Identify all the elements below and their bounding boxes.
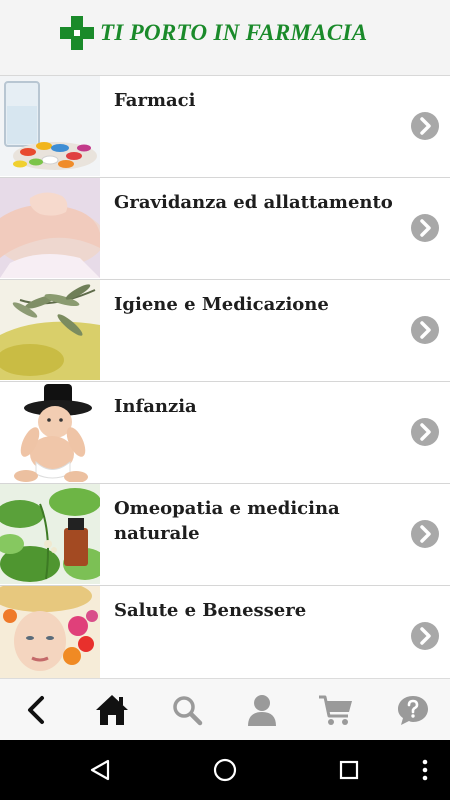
pills-glass-image <box>0 76 100 176</box>
help-tab[interactable] <box>383 679 443 741</box>
account-tab[interactable] <box>232 679 292 741</box>
chevron-right-icon[interactable] <box>411 316 439 344</box>
category-row-gravidanza[interactable]: Gravidanza ed allattamento <box>0 178 450 280</box>
category-label: Igiene e Medicazione <box>114 294 329 315</box>
chevron-right-icon[interactable] <box>411 214 439 242</box>
chevron-right-icon[interactable] <box>411 622 439 650</box>
home-circle-icon <box>213 758 237 782</box>
search-icon <box>173 696 203 726</box>
baby-in-hat-image <box>0 382 100 482</box>
category-label: Gravidanza ed allattamento <box>114 192 393 213</box>
app-title: TI PORTO IN FARMACIA <box>100 20 368 45</box>
category-row-omeopatia[interactable]: Omeopatia e medicina naturale <box>0 484 450 586</box>
category-row-salute[interactable]: Salute e Benessere <box>0 586 450 691</box>
olive-branch-image <box>0 280 100 380</box>
app-logo: TI PORTO IN FARMACIA <box>60 16 367 50</box>
system-menu-button[interactable] <box>395 740 450 800</box>
baby-hands-image <box>0 178 100 278</box>
cart-tab[interactable] <box>306 679 366 741</box>
category-row-farmaci[interactable]: Farmaci <box>0 76 450 178</box>
category-label: Infanzia <box>114 396 197 417</box>
app-header: TI PORTO IN FARMACIA <box>0 0 450 76</box>
bottom-tab-bar <box>0 678 450 741</box>
system-recents-button[interactable] <box>319 740 379 800</box>
category-row-igiene[interactable]: Igiene e Medicazione <box>0 280 450 382</box>
system-home-button[interactable] <box>195 740 255 800</box>
home-icon <box>96 695 128 725</box>
chevron-right-icon[interactable] <box>411 418 439 446</box>
category-label: Salute e Benessere <box>114 600 307 621</box>
category-row-infanzia[interactable]: Infanzia <box>0 382 450 484</box>
android-nav-bar <box>0 740 450 800</box>
herbs-bottle-image <box>0 484 100 584</box>
chevron-right-icon[interactable] <box>411 112 439 140</box>
user-icon <box>248 695 276 726</box>
woman-flowers-image <box>0 586 100 681</box>
category-list: Farmaci Gravidanza ed allattamento Igien… <box>0 76 450 691</box>
home-tab[interactable] <box>82 679 142 741</box>
category-label: Farmaci <box>114 90 196 111</box>
cart-icon <box>319 695 352 725</box>
category-label: Omeopatia e medicina naturale <box>114 498 340 544</box>
recents-square-icon <box>339 760 359 780</box>
pharmacy-cross-icon <box>60 16 94 50</box>
chevron-right-icon[interactable] <box>411 520 439 548</box>
back-tab[interactable] <box>6 679 66 741</box>
more-vert-icon <box>422 759 428 781</box>
system-back-button[interactable] <box>70 740 130 800</box>
back-triangle-icon <box>90 759 110 781</box>
help-icon <box>398 696 428 725</box>
search-tab[interactable] <box>157 679 217 741</box>
chevron-left-icon <box>28 696 44 724</box>
